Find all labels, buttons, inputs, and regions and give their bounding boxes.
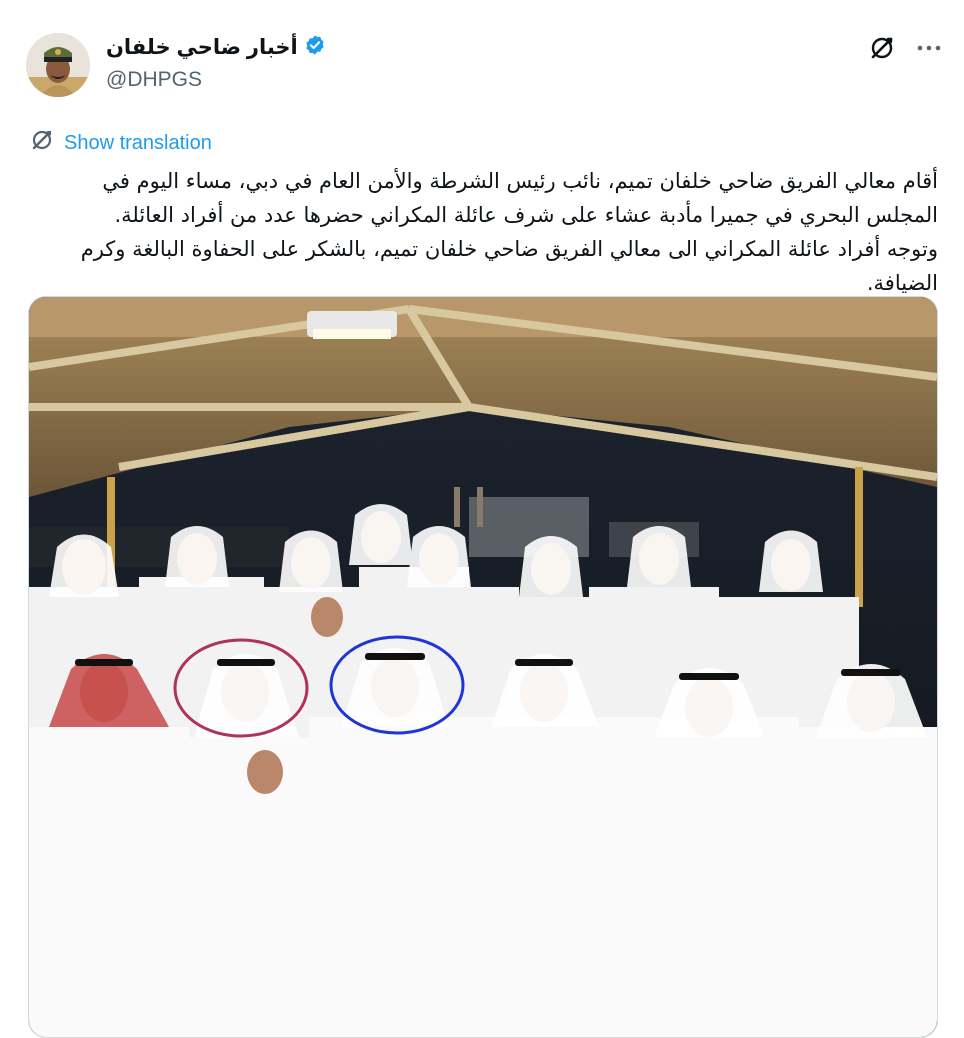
officer-avatar-image xyxy=(26,33,90,97)
tweet-paragraph-2: وتوجه أفراد عائلة المكراني الى معالي الف… xyxy=(80,237,938,295)
more-dots-icon[interactable] xyxy=(916,35,942,66)
group-photo-image xyxy=(29,297,937,1037)
translate-icon xyxy=(30,128,54,158)
author-display-name[interactable]: أخبار ضاحي خلفان xyxy=(106,35,298,60)
show-translation-label: Show translation xyxy=(64,131,212,154)
show-translation-link[interactable]: Show translation xyxy=(30,128,212,158)
author-name-row[interactable]: أخبار ضاحي خلفان xyxy=(106,34,326,61)
post-actions xyxy=(868,34,942,67)
tweet-photo[interactable] xyxy=(28,296,938,1038)
tweet-paragraph-1: أقام معالي الفريق ضاحي خلفان تميم، نائب … xyxy=(102,169,938,227)
verified-badge-icon xyxy=(304,34,326,61)
avatar[interactable] xyxy=(26,33,90,97)
author-handle[interactable]: @DHPGS xyxy=(106,68,202,92)
tweet-text: أقام معالي الفريق ضاحي خلفان تميم، نائب … xyxy=(26,164,938,300)
grok-icon[interactable] xyxy=(868,34,896,67)
